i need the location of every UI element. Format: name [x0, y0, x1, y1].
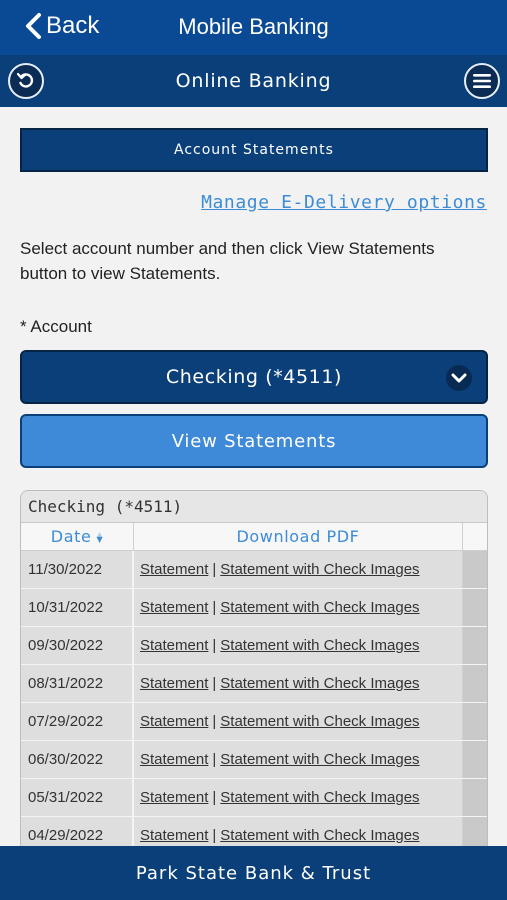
statement-link[interactable]: Statement: [140, 751, 208, 768]
statement-links: Statement | Statement with Check Images: [134, 551, 463, 588]
statement-date: 05/31/2022: [21, 779, 134, 816]
table-row: 07/29/2022 Statement | Statement with Check…: [21, 703, 487, 741]
sort-icon: ▲ ▼: [96, 529, 104, 544]
sub-navigation-bar: Online Banking: [0, 55, 507, 107]
statement-links: Statement | Statement with Check Images: [134, 703, 463, 740]
link-separator: |: [212, 637, 217, 654]
app-title: Mobile Banking: [178, 14, 329, 39]
table-row: 06/30/2022 Statement | Statement with Check…: [21, 741, 487, 779]
statement-date: 11/30/2022: [21, 551, 134, 588]
table-row: 08/31/2022 Statement | Statement with Check…: [21, 665, 487, 703]
scrollbar-track[interactable]: [463, 703, 487, 740]
statement-with-check-images-link[interactable]: Statement with Check Images: [220, 637, 419, 654]
statement-date: 08/31/2022: [21, 665, 134, 702]
statement-link[interactable]: Statement: [140, 675, 208, 692]
table-row: 10/31/2022 Statement | Statement with Check…: [21, 589, 487, 627]
statement-link[interactable]: Statement: [140, 827, 208, 844]
table-row: 09/30/2022 Statement | Statement with Check…: [21, 627, 487, 665]
statement-link[interactable]: Statement: [140, 561, 208, 578]
statements-table: Checking (*4511) Date ▲ ▼ Download PDF 11…: [20, 490, 488, 850]
statement-with-check-images-link[interactable]: Statement with Check Images: [220, 599, 419, 616]
scrollbar-track[interactable]: [463, 741, 487, 778]
menu-button[interactable]: [464, 63, 500, 99]
top-app-bar: Back Mobile Banking: [0, 0, 507, 55]
account-select-value: Checking (*4511): [165, 366, 343, 388]
statement-links: Statement | Statement with Check Images: [134, 589, 463, 626]
link-separator: |: [212, 789, 217, 806]
instructions-text: Select account number and then click Vie…: [20, 239, 435, 283]
date-header-label: Date: [50, 527, 92, 546]
statement-link[interactable]: Statement: [140, 599, 208, 616]
table-body: 11/30/2022 Statement | Statement with Check…: [21, 551, 487, 849]
link-separator: |: [212, 599, 217, 616]
table-header: Date ▲ ▼ Download PDF: [21, 523, 487, 551]
statement-with-check-images-link[interactable]: Statement with Check Images: [220, 789, 419, 806]
statement-date: 10/31/2022: [21, 589, 134, 626]
scrollbar-track[interactable]: [463, 779, 487, 816]
statement-link[interactable]: Statement: [140, 713, 208, 730]
statement-with-check-images-link[interactable]: Statement with Check Images: [220, 751, 419, 768]
statement-date: 07/29/2022: [21, 703, 134, 740]
link-separator: |: [212, 561, 217, 578]
menu-icon: [473, 74, 491, 88]
account-field-label: * Account: [20, 317, 92, 336]
statement-link[interactable]: Statement: [140, 637, 208, 654]
table-row: 11/30/2022 Statement | Statement with Check…: [21, 551, 487, 589]
link-separator: |: [212, 751, 217, 768]
statement-link[interactable]: Statement: [140, 789, 208, 806]
section-title: Account Statements: [20, 128, 488, 172]
statement-links: Statement | Statement with Check Images: [134, 665, 463, 702]
scrollbar-track[interactable]: [463, 627, 487, 664]
account-select[interactable]: Checking (*4511): [20, 350, 488, 404]
bank-name-footer: Park State Bank & Trust: [0, 846, 507, 900]
download-pdf-column-header: Download PDF: [134, 523, 463, 550]
header-spacer: [463, 523, 487, 550]
table-caption: Checking (*4511): [21, 491, 487, 523]
link-separator: |: [212, 827, 217, 844]
statement-links: Statement | Statement with Check Images: [134, 741, 463, 778]
link-separator: |: [212, 675, 217, 692]
statement-date: 06/30/2022: [21, 741, 134, 778]
statement-links: Statement | Statement with Check Images: [134, 627, 463, 664]
chevron-down-icon: [446, 365, 472, 391]
view-statements-button[interactable]: View Statements: [20, 414, 488, 468]
scrollbar-track[interactable]: [463, 551, 487, 588]
statement-with-check-images-link[interactable]: Statement with Check Images: [220, 713, 419, 730]
link-separator: |: [212, 713, 217, 730]
statement-with-check-images-link[interactable]: Statement with Check Images: [220, 675, 419, 692]
section-nav-title: Online Banking: [175, 70, 332, 92]
scrollbar-track[interactable]: [463, 589, 487, 626]
statement-with-check-images-link[interactable]: Statement with Check Images: [220, 561, 419, 578]
table-row: 05/31/2022 Statement | Statement with Check…: [21, 779, 487, 817]
scrollbar-track[interactable]: [463, 665, 487, 702]
date-column-header[interactable]: Date ▲ ▼: [21, 523, 134, 550]
statement-with-check-images-link[interactable]: Statement with Check Images: [220, 827, 419, 844]
statement-links: Statement | Statement with Check Images: [134, 779, 463, 816]
manage-e-delivery-link[interactable]: Manage E-Delivery options: [201, 192, 487, 213]
statement-date: 09/30/2022: [21, 627, 134, 664]
